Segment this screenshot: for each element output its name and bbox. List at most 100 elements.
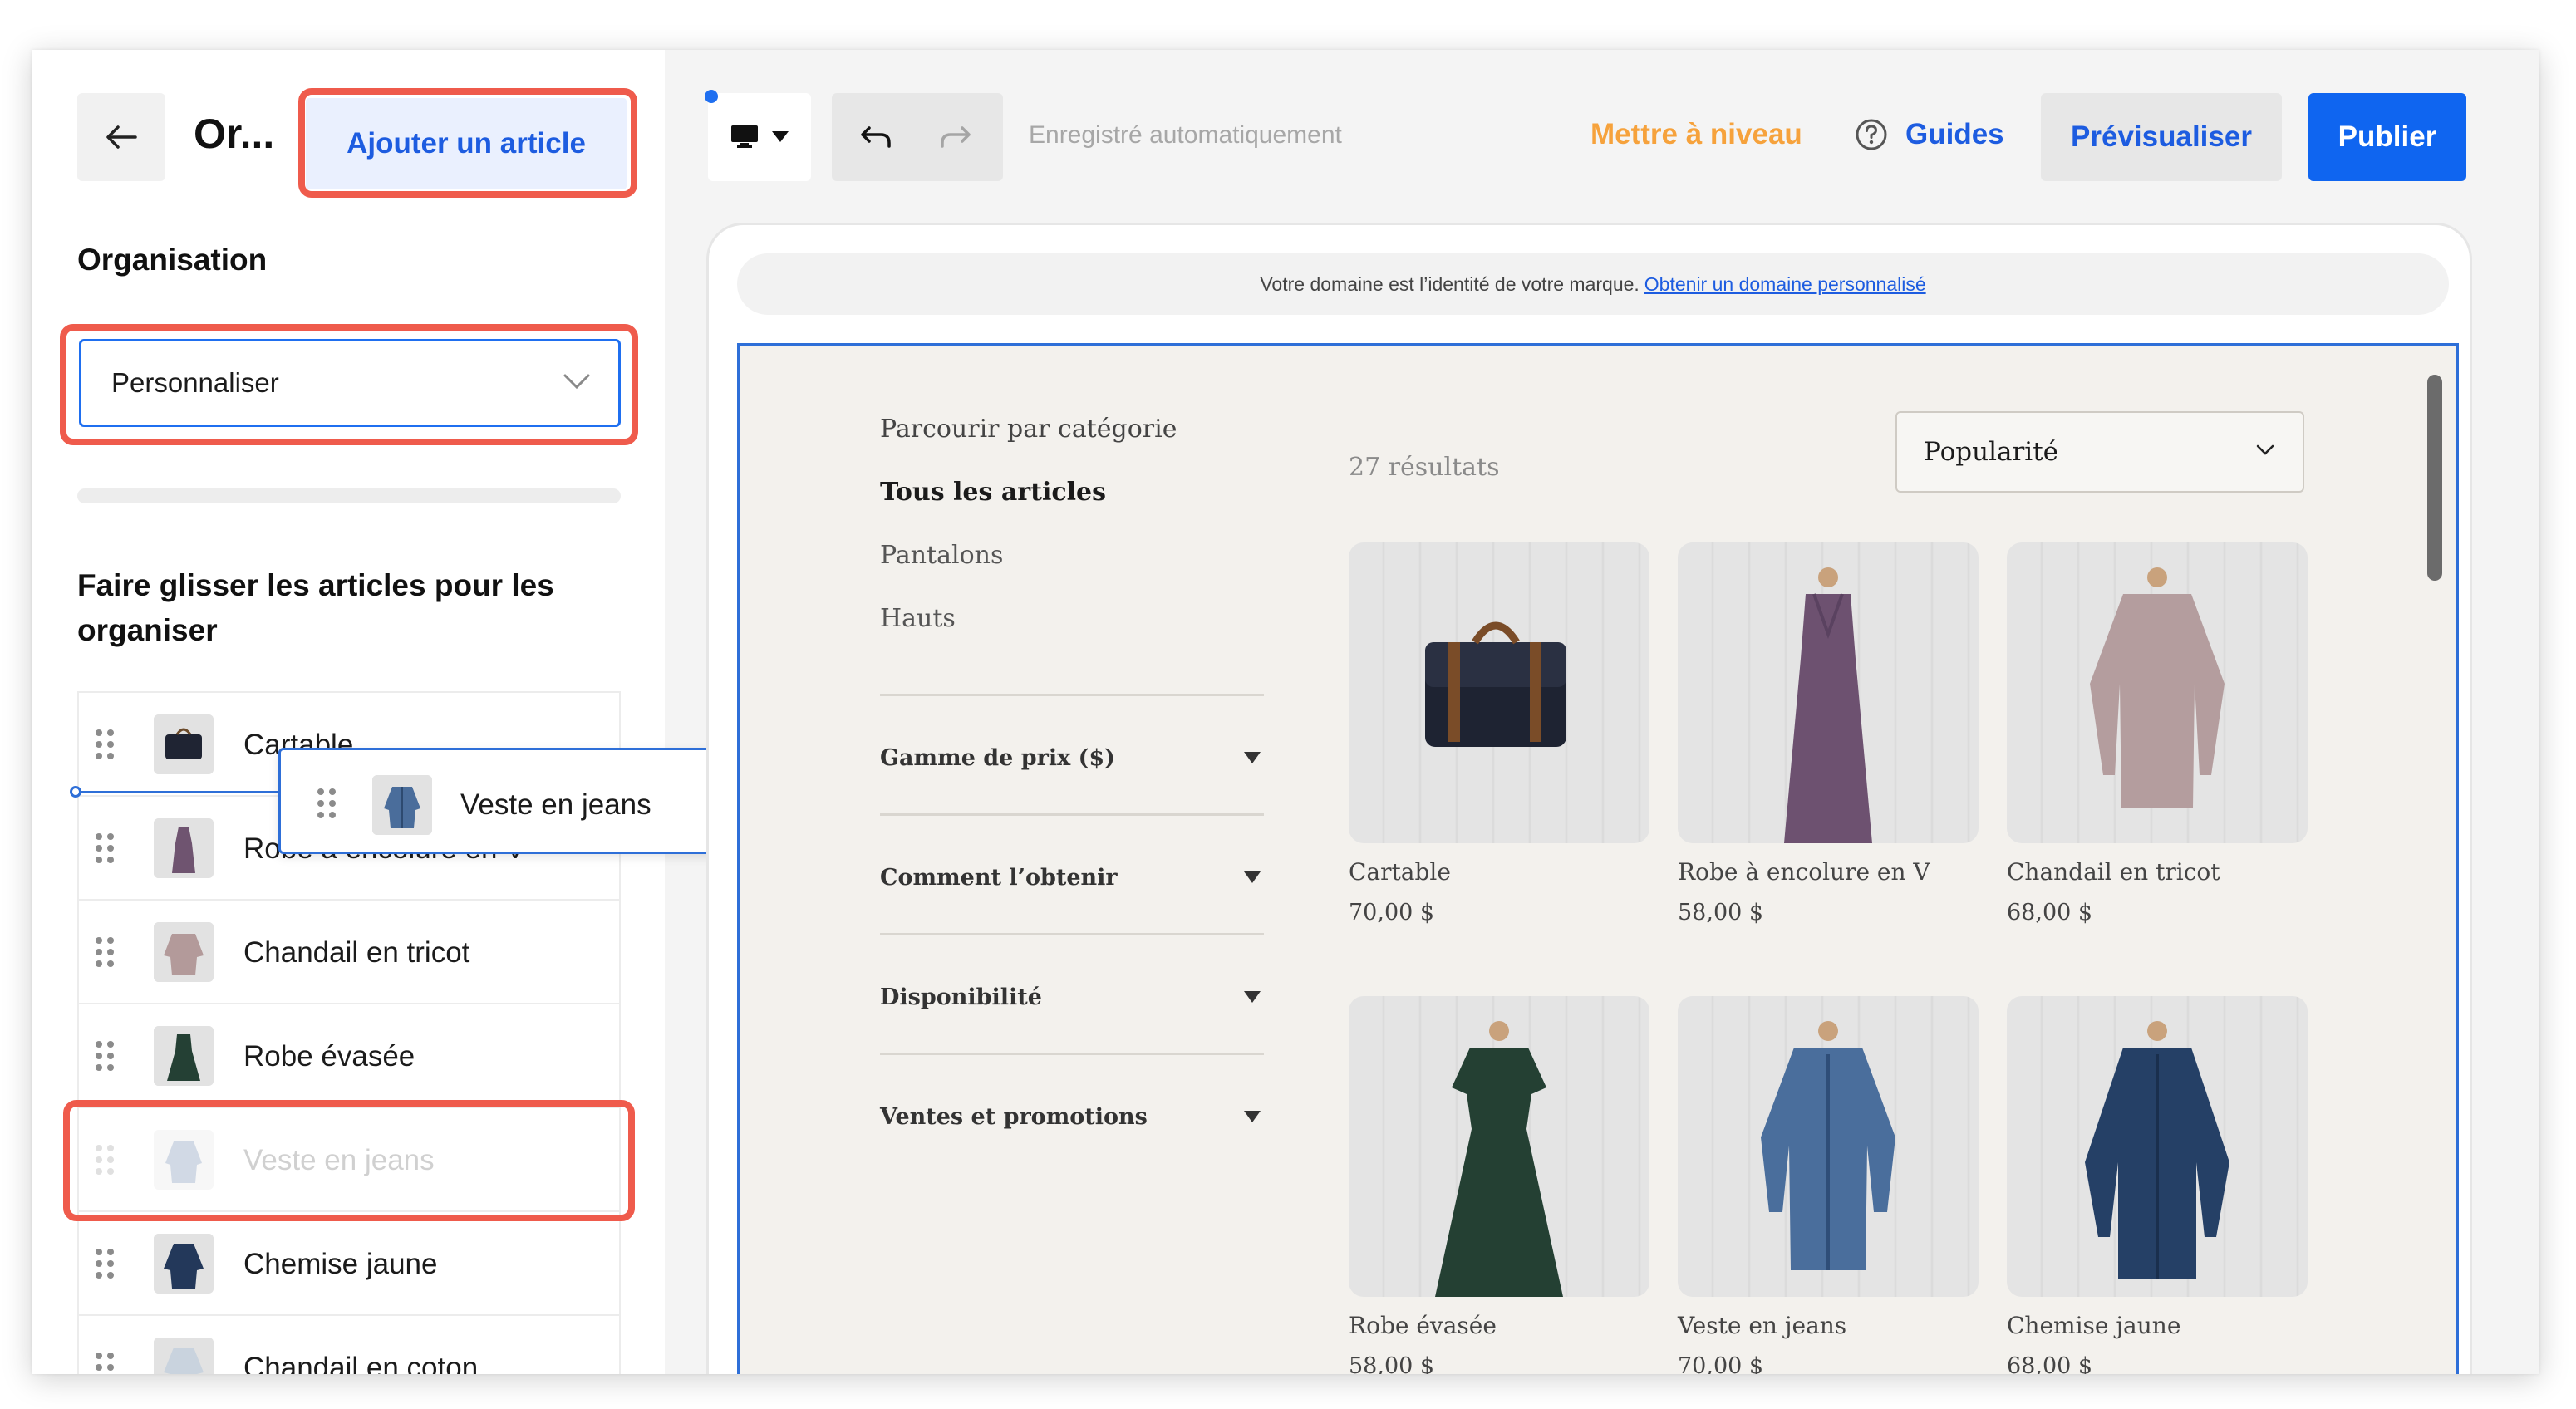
drag-handle-icon[interactable] <box>96 729 116 759</box>
device-toggle-button[interactable] <box>708 93 811 181</box>
product-price: 68,00 $ <box>2007 900 2093 925</box>
browse-category-title: Parcourir par catégorie <box>880 415 1177 444</box>
product-price: 70,00 $ <box>1349 900 1435 925</box>
drag-handle-icon[interactable] <box>96 1353 116 1374</box>
sidebar: Or... Ajouter un article Organisation Pe… <box>32 50 665 1374</box>
drag-handle-icon[interactable] <box>96 833 116 863</box>
product-image[interactable] <box>2007 542 2308 843</box>
product-name[interactable]: Chemise jaune <box>2007 1312 2180 1339</box>
sort-select-value: Popularité <box>1924 437 2059 467</box>
dragging-item-label: Veste en jeans <box>460 788 651 821</box>
product-image[interactable] <box>1678 542 1979 843</box>
product-image[interactable] <box>2007 996 2308 1297</box>
filter-availability[interactable]: Disponibilité <box>880 984 1264 1010</box>
publish-button[interactable]: Publier <box>2308 93 2466 181</box>
product-name[interactable]: Robe à encolure en V <box>1678 858 1930 886</box>
back-button[interactable] <box>77 93 165 181</box>
category-all-items[interactable]: Tous les articles <box>880 478 1106 507</box>
undo-icon <box>861 126 891 148</box>
chevron-down-icon <box>2256 444 2274 455</box>
dragging-item-card[interactable]: Veste en jeans <box>278 748 722 854</box>
filter-divider <box>880 694 1264 696</box>
preview-canvas: Votre domaine est l’identité de votre ma… <box>706 223 2472 1374</box>
product-name[interactable]: Cartable <box>1349 858 1451 886</box>
drag-handle-icon[interactable] <box>96 1145 116 1175</box>
product-image[interactable] <box>1349 542 1649 843</box>
filter-divider <box>880 933 1264 935</box>
scrollbar-thumb[interactable] <box>2427 375 2442 581</box>
thumbnail-jacket <box>154 1130 214 1190</box>
domain-banner-text: Votre domaine est l’identité de votre ma… <box>1260 272 1639 295</box>
undo-redo-group <box>832 93 1003 181</box>
drag-handle-icon[interactable] <box>96 1249 116 1279</box>
thumbnail-dress <box>154 818 214 878</box>
thumbnail-bag <box>154 714 214 774</box>
thumbnail-dress <box>154 1026 214 1086</box>
filter-label: Disponibilité <box>880 984 1042 1010</box>
organisation-heading: Organisation <box>77 243 268 277</box>
organisation-select-value: Personnaliser <box>111 367 279 398</box>
product-price: 58,00 $ <box>1349 1353 1435 1374</box>
caret-down-icon <box>1244 871 1261 883</box>
list-item-label: Robe évasée <box>243 1040 415 1073</box>
list-item-chandail-coton[interactable]: Chandail en coton <box>79 1316 619 1374</box>
drag-handle-icon[interactable] <box>96 937 116 967</box>
guides-link[interactable]: Guides <box>1905 118 2004 151</box>
redo-button[interactable] <box>935 118 976 156</box>
list-item-label: Veste en jeans <box>243 1144 435 1176</box>
product-image[interactable] <box>1678 996 1979 1297</box>
filter-label: Ventes et promotions <box>880 1104 1148 1130</box>
filter-price-range[interactable]: Gamme de prix ($) <box>880 745 1264 771</box>
organisation-select[interactable]: Personnaliser <box>79 339 621 427</box>
category-pants[interactable]: Pantalons <box>880 541 1003 570</box>
thumbnail-shirt <box>154 1234 214 1294</box>
shop-section[interactable]: Parcourir par catégorie Tous les article… <box>737 343 2459 1374</box>
page-title: Or... <box>194 110 275 157</box>
drop-indicator-dot <box>70 786 81 798</box>
category-tops[interactable]: Hauts <box>880 604 956 633</box>
add-item-button[interactable]: Ajouter un article <box>306 98 627 189</box>
thumbnail-sweater <box>154 922 214 982</box>
thumbnail-sweater <box>154 1338 214 1374</box>
list-item-label: Chemise jaune <box>243 1248 438 1280</box>
sort-select[interactable]: Popularité <box>1895 411 2304 493</box>
caret-down-icon <box>1244 1111 1261 1122</box>
help-circle-icon[interactable] <box>1855 118 1888 151</box>
preview-button[interactable]: Prévisualiser <box>2041 93 2282 181</box>
undo-button[interactable] <box>855 118 897 156</box>
product-price: 68,00 $ <box>2007 1353 2093 1374</box>
filter-sales[interactable]: Ventes et promotions <box>880 1104 1264 1130</box>
list-item-chandail-tricot[interactable]: Chandail en tricot <box>79 901 619 1004</box>
list-item-label: Chandail en tricot <box>243 936 470 969</box>
desktop-icon <box>731 125 758 148</box>
filter-label: Gamme de prix ($) <box>880 745 1115 771</box>
filter-divider <box>880 1053 1264 1055</box>
product-image[interactable] <box>1349 996 1649 1297</box>
product-price: 70,00 $ <box>1678 1353 1764 1374</box>
filter-divider <box>880 813 1264 816</box>
product-name[interactable]: Veste en jeans <box>1678 1312 1846 1339</box>
drag-handle-icon[interactable] <box>96 1041 116 1071</box>
upgrade-link[interactable]: Mettre à niveau <box>1590 118 1802 151</box>
chevron-down-icon <box>563 374 590 390</box>
status-dot <box>705 90 718 103</box>
caret-down-icon <box>1244 752 1261 763</box>
caret-down-icon <box>772 131 789 142</box>
editor-window: Or... Ajouter un article Organisation Pe… <box>32 50 2539 1374</box>
autosave-status: Enregistré automatiquement <box>1029 121 1342 149</box>
domain-banner: Votre domaine est l’identité de votre ma… <box>737 253 2449 315</box>
filter-how-to-get[interactable]: Comment l’obtenir <box>880 865 1264 891</box>
caret-down-icon <box>1244 991 1261 1003</box>
list-item-robe-evasee[interactable]: Robe évasée <box>79 1004 619 1108</box>
results-count: 27 résultats <box>1349 453 1500 482</box>
list-item-chemise-jaune[interactable]: Chemise jaune <box>79 1212 619 1316</box>
filter-label: Comment l’obtenir <box>880 865 1118 891</box>
arrow-left-icon <box>106 125 137 149</box>
product-name[interactable]: Chandail en tricot <box>2007 858 2220 886</box>
thumbnail-jacket <box>372 775 432 835</box>
product-name[interactable]: Robe évasée <box>1349 1312 1497 1339</box>
custom-domain-link[interactable]: Obtenir un domaine personnalisé <box>1644 273 1926 296</box>
redo-icon <box>941 126 971 148</box>
drag-handle-icon[interactable] <box>317 788 337 818</box>
list-item-veste-jeans-placeholder[interactable]: Veste en jeans <box>79 1108 619 1212</box>
